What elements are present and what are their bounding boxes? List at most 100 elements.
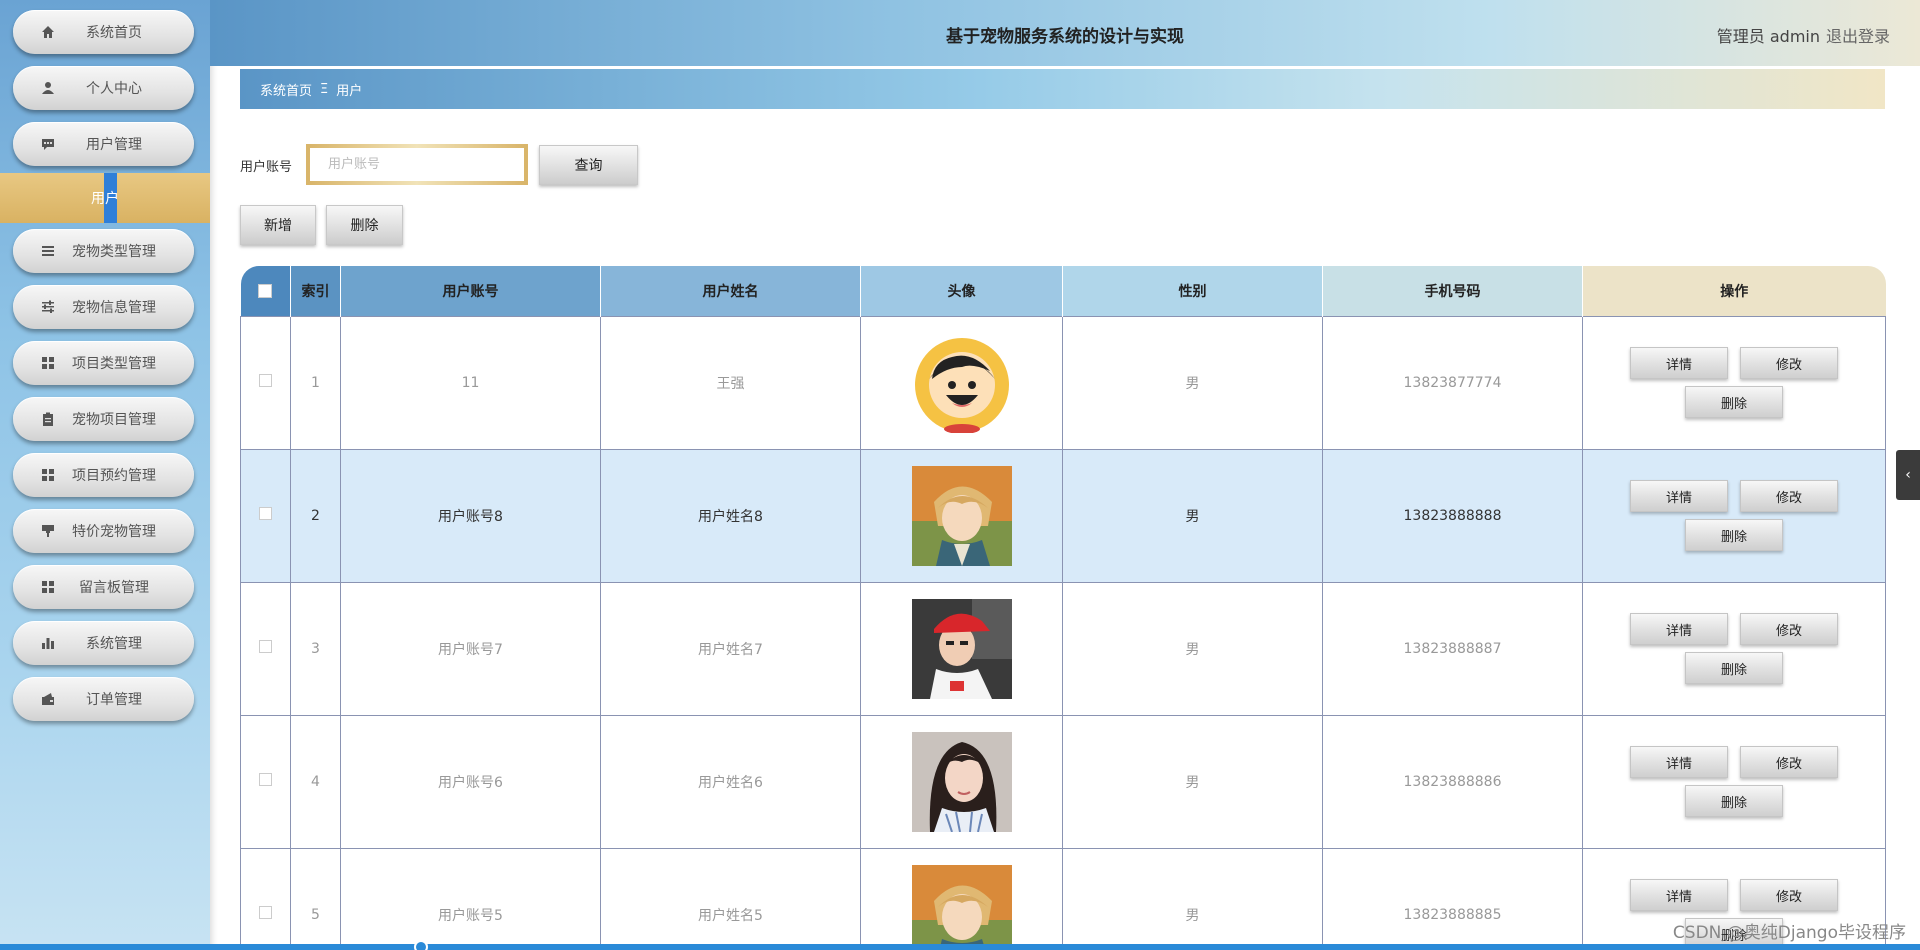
brush-icon bbox=[40, 523, 56, 539]
red-cap-boy-avatar bbox=[911, 598, 1012, 699]
girl-photo-avatar bbox=[911, 731, 1012, 832]
cell-index: 1 bbox=[290, 315, 341, 450]
table-row[interactable]: 3 用户账号7 用户姓名7 男 13823888887 详情 修改 删除 bbox=[240, 581, 1886, 716]
sidebar-item-project-type[interactable]: 项目类型管理 bbox=[13, 341, 194, 385]
sidebar-item-label: 系统管理 bbox=[86, 636, 142, 652]
table-row[interactable]: 4 用户账号6 用户姓名6 男 13823888886 详情 修改 删除 bbox=[240, 714, 1886, 849]
app-title: 基于宠物服务系统的设计与实现 bbox=[946, 27, 1184, 47]
sidebar-item-profile[interactable]: 个人中心 bbox=[13, 66, 194, 110]
scrollbar-thumb[interactable] bbox=[414, 940, 428, 950]
edit-button[interactable]: 修改 bbox=[1740, 347, 1838, 379]
cell-index: 5 bbox=[290, 847, 341, 950]
row-checkbox[interactable] bbox=[259, 507, 272, 520]
sidebar-item-label: 用户管理 bbox=[86, 137, 142, 153]
edit-button[interactable]: 修改 bbox=[1740, 879, 1838, 911]
cell-account: 用户账号5 bbox=[340, 847, 601, 950]
top-header: 基于宠物服务系统的设计与实现 管理员 admin 退出登录 bbox=[210, 0, 1920, 66]
list-icon bbox=[40, 243, 56, 259]
row-delete-button[interactable]: 删除 bbox=[1685, 785, 1783, 817]
cell-phone: 13823888886 bbox=[1322, 714, 1583, 849]
edit-button[interactable]: 修改 bbox=[1740, 746, 1838, 778]
detail-button[interactable]: 详情 bbox=[1630, 746, 1728, 778]
row-checkbox[interactable] bbox=[259, 640, 272, 653]
table-row[interactable]: 5 用户账号5 用户姓名5 男 13823888885 详情 修改 删除 bbox=[240, 847, 1886, 950]
detail-button[interactable]: 详情 bbox=[1630, 879, 1728, 911]
cell-phone: 13823888885 bbox=[1322, 847, 1583, 950]
cell-gender: 男 bbox=[1062, 315, 1323, 450]
header-account: 用户账号 bbox=[340, 266, 601, 316]
sidebar-item-label: 宠物类型管理 bbox=[72, 244, 156, 260]
row-checkbox-cell[interactable] bbox=[240, 315, 291, 450]
table-row[interactable]: 1 11 王强 男 13823877774 详情 修改 删除 bbox=[240, 315, 1886, 450]
row-checkbox[interactable] bbox=[259, 773, 272, 786]
home-icon bbox=[40, 24, 56, 40]
cell-gender: 男 bbox=[1062, 448, 1323, 583]
sidebar-item-label: 项目类型管理 bbox=[72, 356, 156, 372]
cell-name: 用户姓名5 bbox=[600, 847, 861, 950]
sidebar-item-orders[interactable]: 订单管理 bbox=[13, 677, 194, 721]
header-phone: 手机号码 bbox=[1322, 266, 1583, 316]
sidebar-item-label: 个人中心 bbox=[86, 81, 142, 97]
cell-gender: 男 bbox=[1062, 581, 1323, 716]
row-delete-button[interactable]: 删除 bbox=[1685, 519, 1783, 551]
anime-boy-avatar bbox=[911, 465, 1012, 566]
sidebar-item-special-pet[interactable]: 特价宠物管理 bbox=[13, 509, 194, 553]
detail-button[interactable]: 详情 bbox=[1630, 613, 1728, 645]
edit-button[interactable]: 修改 bbox=[1740, 480, 1838, 512]
header-select-all[interactable] bbox=[240, 266, 291, 316]
sidebar-item-appointment[interactable]: 项目预约管理 bbox=[13, 453, 194, 497]
search-button[interactable]: 查询 bbox=[539, 145, 638, 185]
cell-name: 用户姓名6 bbox=[600, 714, 861, 849]
anime-boy-avatar bbox=[911, 864, 1012, 950]
horizontal-scrollbar[interactable] bbox=[0, 944, 1920, 950]
cell-phone: 13823888887 bbox=[1322, 581, 1583, 716]
row-checkbox-cell[interactable] bbox=[240, 581, 291, 716]
row-delete-button[interactable]: 删除 bbox=[1685, 386, 1783, 418]
cartoon-boy-avatar bbox=[914, 337, 1009, 433]
logout-link[interactable]: 退出登录 bbox=[1826, 23, 1890, 47]
row-checkbox-cell[interactable] bbox=[240, 448, 291, 583]
sidebar-item-label: 宠物信息管理 bbox=[72, 300, 156, 316]
header-name: 用户姓名 bbox=[600, 266, 861, 316]
sidebar-item-pet-info[interactable]: 宠物信息管理 bbox=[13, 285, 194, 329]
row-checkbox-cell[interactable] bbox=[240, 847, 291, 950]
row-checkbox[interactable] bbox=[259, 374, 272, 387]
select-all-checkbox[interactable] bbox=[258, 283, 273, 298]
detail-button[interactable]: 详情 bbox=[1630, 347, 1728, 379]
cell-index: 4 bbox=[290, 714, 341, 849]
table-row[interactable]: 2 用户账号8 用户姓名8 男 13823888888 详情 修改 删除 bbox=[240, 448, 1886, 583]
sidebar-item-label: 留言板管理 bbox=[79, 580, 149, 596]
user-icon bbox=[40, 80, 56, 96]
row-delete-button[interactable]: 删除 bbox=[1685, 652, 1783, 684]
cell-avatar bbox=[860, 581, 1063, 716]
detail-button[interactable]: 详情 bbox=[1630, 480, 1728, 512]
grid-icon bbox=[40, 467, 56, 483]
chat-icon bbox=[40, 136, 56, 152]
sidebar-item-label: 宠物项目管理 bbox=[72, 412, 156, 428]
add-button[interactable]: 新增 bbox=[240, 205, 316, 245]
sidebar-item-label: 特价宠物管理 bbox=[72, 524, 156, 540]
sidebar-item-message-board[interactable]: 留言板管理 bbox=[13, 565, 194, 609]
edit-button[interactable]: 修改 bbox=[1740, 613, 1838, 645]
sidebar-item-label: 项目预约管理 bbox=[72, 468, 156, 484]
cell-ops: 详情 修改 删除 bbox=[1582, 581, 1886, 716]
cell-account: 用户账号8 bbox=[340, 448, 601, 583]
sidebar-subitem-user[interactable]: 用户 bbox=[0, 173, 210, 223]
search-input[interactable] bbox=[306, 144, 528, 185]
sidebar-item-user-manage[interactable]: 用户管理 bbox=[13, 122, 194, 166]
delete-button[interactable]: 删除 bbox=[326, 205, 403, 245]
breadcrumb-home[interactable]: 系统首页 bbox=[260, 80, 312, 99]
sidebar-item-pet-type[interactable]: 宠物类型管理 bbox=[13, 229, 194, 273]
row-checkbox[interactable] bbox=[259, 906, 272, 919]
cell-name: 王强 bbox=[600, 315, 861, 450]
cell-ops: 详情 修改 删除 bbox=[1582, 714, 1886, 849]
row-checkbox-cell[interactable] bbox=[240, 714, 291, 849]
breadcrumb: 系统首页 Ξ 用户 bbox=[240, 69, 1885, 109]
cell-account: 用户账号7 bbox=[340, 581, 601, 716]
cell-phone: 13823888888 bbox=[1322, 448, 1583, 583]
collapse-toggle-button[interactable]: ‹ bbox=[1896, 450, 1920, 500]
sidebar-item-system[interactable]: 系统管理 bbox=[13, 621, 194, 665]
watermark: CSDN @奥纯Django毕设程序 bbox=[1672, 923, 1906, 943]
sidebar-item-pet-project[interactable]: 宠物项目管理 bbox=[13, 397, 194, 441]
sidebar-item-home[interactable]: 系统首页 bbox=[13, 10, 194, 54]
